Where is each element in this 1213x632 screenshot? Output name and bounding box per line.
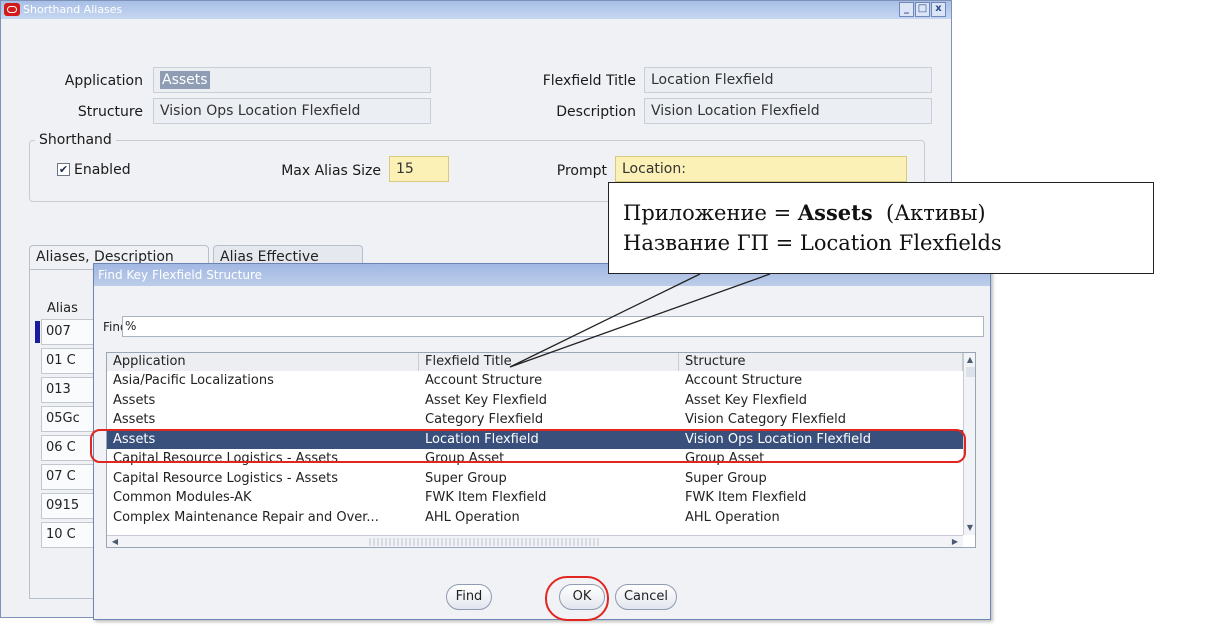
callout-line-2: Название ГП = Location Flexfields <box>623 231 1002 255</box>
callout-line-1-bold: Assets <box>797 200 873 225</box>
callout-line-1-prefix: Приложение = <box>623 201 798 225</box>
callout-pointer <box>509 273 771 368</box>
callout-line-1-suffix: (Активы) <box>872 201 986 225</box>
callout-pointer-line <box>509 273 771 368</box>
callout-pointer-line <box>509 273 701 368</box>
annotation-callout: Приложение = Assets (Активы) Название ГП… <box>608 182 1154 274</box>
callout-line-1: Приложение = Assets (Активы) <box>623 199 986 227</box>
